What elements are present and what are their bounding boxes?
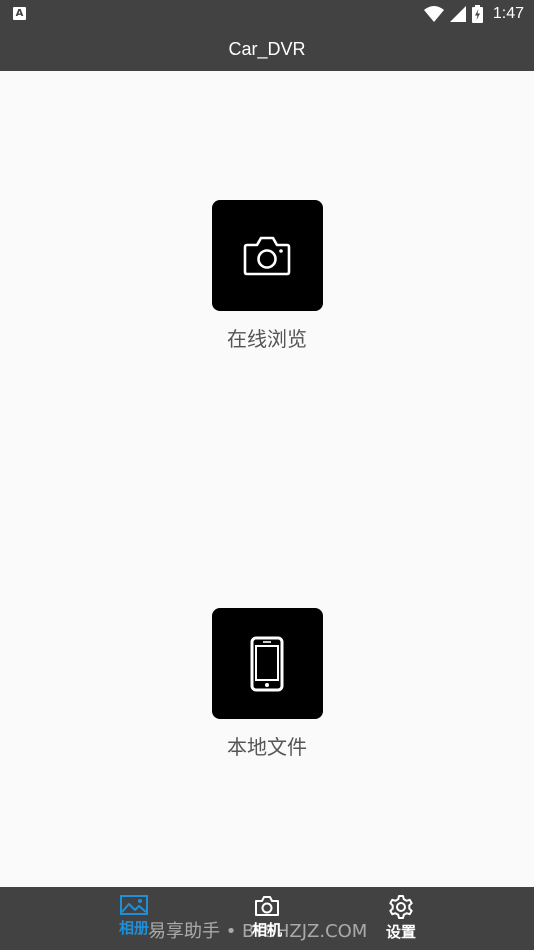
app-title: Car_DVR <box>228 39 306 59</box>
gear-icon <box>389 895 413 919</box>
camera-icon <box>243 236 291 275</box>
status-time: 1:47 <box>492 5 524 22</box>
wifi-icon <box>423 6 444 22</box>
status-icons: 1:47 <box>423 0 524 28</box>
notification-icon: A <box>13 7 26 20</box>
battery-charging-icon <box>471 5 483 23</box>
local-files-label[interactable]: 本地文件 <box>0 731 534 760</box>
nav-label-settings: 设置 <box>385 923 416 941</box>
status-bar: A 1:47 <box>0 0 534 28</box>
online-browse-label[interactable]: 在线浏览 <box>0 323 534 352</box>
signal-icon <box>449 6 466 22</box>
main-content: 在线浏览 本地文件 <box>0 71 534 887</box>
image-icon <box>120 895 148 915</box>
nav-label-album: 相册 <box>118 919 149 937</box>
nav-item-settings[interactable]: 设置 <box>371 895 431 941</box>
nav-item-camera[interactable]: 相机 <box>237 895 297 939</box>
local-files-item[interactable]: 本地文件 <box>0 608 534 760</box>
local-files-button[interactable] <box>211 608 323 719</box>
phone-icon <box>250 636 284 691</box>
online-browse-item[interactable]: 在线浏览 <box>0 200 534 352</box>
bottom-nav: 相册 相机 设置 <box>0 887 534 950</box>
nav-label-camera: 相机 <box>251 921 282 939</box>
app-bar: Car_DVR <box>0 28 534 71</box>
online-browse-button[interactable] <box>211 200 323 311</box>
nav-item-album[interactable]: 相册 <box>104 895 164 937</box>
camera-icon <box>255 896 279 916</box>
